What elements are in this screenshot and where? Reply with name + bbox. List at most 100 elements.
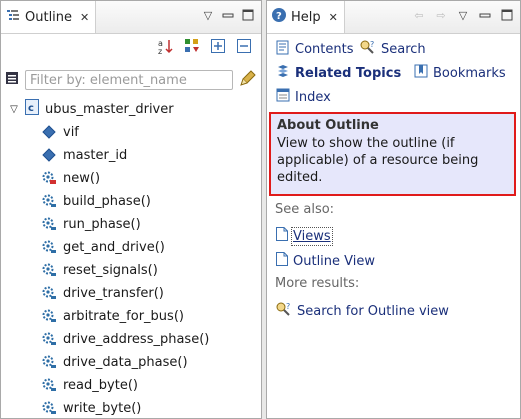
outline-tab-title: Outline — [25, 9, 73, 25]
method-icon — [41, 239, 57, 255]
index-icon — [275, 87, 291, 107]
svg-text:z: z — [158, 47, 162, 55]
tree-item[interactable]: reset_signals() — [41, 260, 158, 280]
tree-item[interactable]: build_phase() — [41, 191, 151, 211]
outline-view-controls: ▽ — [201, 8, 255, 22]
bookmarks-label: Bookmarks — [433, 65, 506, 81]
about-outline-title: About Outline — [277, 118, 379, 133]
collapse-arrow-icon[interactable]: ▽ — [5, 104, 23, 115]
contents-label: Contents — [295, 41, 354, 57]
related-topics-link[interactable]: Related Topics — [275, 63, 401, 83]
help-view: ? Help ✕ ⇦ ⇨ ▽ Contents ? Search Related… — [266, 0, 521, 419]
svg-text:?: ? — [286, 302, 290, 311]
tree-root-node[interactable]: ▽ c ubus_master_driver — [1, 99, 174, 119]
outline-view: Outline ✕ ▽ az ▽ — [0, 0, 262, 419]
search-label: Search — [381, 41, 426, 57]
method-icon — [41, 285, 57, 301]
help-tab-title: Help — [291, 9, 321, 25]
tree-item[interactable]: run_phase() — [41, 214, 141, 234]
outline-tab-icon — [5, 7, 21, 27]
tree-item[interactable]: write_byte() — [41, 398, 141, 418]
outline-view-link-label: Outline View — [293, 253, 376, 269]
tree-item-label: reset_signals() — [63, 262, 158, 278]
sort-alphabetically-icon[interactable]: az — [157, 37, 175, 55]
filter-icon — [5, 70, 19, 90]
outline-tab[interactable]: Outline ✕ — [1, 1, 97, 33]
method-icon — [41, 400, 57, 416]
bookmarks-link[interactable]: Bookmarks — [413, 63, 506, 83]
page-icon — [275, 251, 289, 271]
method-icon — [41, 331, 57, 347]
filter-input[interactable] — [25, 70, 233, 90]
more-results-label: More results: — [275, 276, 360, 291]
see-also-views-link[interactable]: Views — [275, 226, 333, 246]
tree-item[interactable]: drive_address_phase() — [41, 329, 209, 349]
tree-item-label: write_byte() — [63, 400, 142, 416]
method-icon — [41, 262, 57, 278]
views-link-label: Views — [291, 226, 333, 246]
maximize-icon[interactable] — [500, 8, 514, 22]
tree-item[interactable]: vif — [41, 122, 79, 142]
method-icon — [41, 193, 57, 209]
tree-item-label: get_and_drive() — [63, 239, 165, 255]
help-tab-icon: ? — [271, 7, 287, 27]
method-icon — [41, 170, 57, 186]
close-icon[interactable]: ✕ — [80, 11, 89, 24]
close-icon[interactable]: ✕ — [329, 11, 338, 24]
help-view-controls: ⇦ ⇨ ▽ — [412, 8, 514, 22]
search-result-label: Search for Outline view — [297, 303, 449, 319]
maximize-icon[interactable] — [241, 8, 255, 22]
filter-row — [5, 69, 257, 91]
view-menu-icon[interactable]: ▽ — [456, 8, 470, 22]
expand-all-icon[interactable] — [209, 37, 227, 55]
help-body: Contents ? Search Related Topics Bookmar… — [267, 34, 520, 418]
tree-item-label: drive_data_phase() — [63, 354, 188, 370]
back-arrow-icon[interactable]: ⇦ — [412, 8, 426, 22]
see-also-outline-view-link[interactable]: Outline View — [275, 251, 375, 271]
method-icon — [41, 216, 57, 232]
minimize-icon[interactable] — [478, 8, 492, 22]
method-icon — [41, 354, 57, 370]
tree-item-label: new() — [63, 170, 101, 186]
method-icon — [41, 308, 57, 324]
svg-text:?: ? — [276, 11, 282, 22]
tree-item[interactable]: drive_transfer() — [41, 283, 164, 303]
class-icon: c — [25, 99, 39, 119]
tree-item-label: drive_address_phase() — [63, 331, 210, 347]
tree-item[interactable]: arbitrate_for_bus() — [41, 306, 184, 326]
tree-item-label: build_phase() — [63, 193, 151, 209]
related-topics-label: Related Topics — [295, 65, 402, 81]
tree-item[interactable]: drive_data_phase() — [41, 352, 188, 372]
field-icon — [41, 125, 57, 139]
help-tab-bar: ? Help ✕ ⇦ ⇨ ▽ — [267, 1, 520, 34]
clear-filter-icon[interactable] — [239, 69, 257, 91]
field-icon — [41, 148, 57, 162]
filter-categories-icon[interactable] — [183, 37, 201, 55]
tree-item[interactable]: read_byte() — [41, 375, 138, 395]
tree-item[interactable]: get_and_drive() — [41, 237, 165, 257]
view-menu-icon[interactable]: ▽ — [201, 8, 215, 22]
tree-item[interactable]: master_id — [41, 145, 127, 165]
tree-item-label: run_phase() — [63, 216, 141, 232]
tree-item-label: master_id — [63, 147, 128, 163]
collapse-all-icon[interactable] — [235, 37, 253, 55]
tree-item-label: read_byte() — [63, 377, 138, 393]
svg-text:?: ? — [370, 40, 374, 49]
tree-item-label: arbitrate_for_bus() — [63, 308, 184, 324]
related-topics-icon — [275, 63, 291, 83]
search-result-link[interactable]: ? Search for Outline view — [275, 301, 449, 321]
page-icon — [275, 226, 289, 246]
search-icon: ? — [359, 39, 377, 59]
contents-link[interactable]: Contents — [275, 39, 353, 59]
forward-arrow-icon[interactable]: ⇨ — [434, 8, 448, 22]
tree-item[interactable]: new() — [41, 168, 100, 188]
help-tab[interactable]: ? Help ✕ — [267, 1, 345, 33]
index-link[interactable]: Index — [275, 87, 331, 107]
search-link[interactable]: ? Search — [359, 39, 426, 59]
method-icon — [41, 377, 57, 393]
contents-icon — [275, 39, 291, 59]
bookmarks-icon — [413, 63, 429, 83]
search-icon: ? — [275, 301, 293, 321]
outline-toolbar: az — [157, 37, 253, 55]
minimize-icon[interactable] — [221, 8, 235, 22]
